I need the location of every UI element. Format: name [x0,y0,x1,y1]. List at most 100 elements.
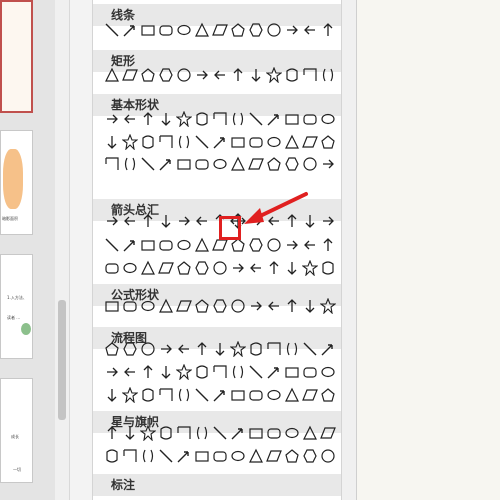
shape-option-icon[interactable] [265,21,283,39]
shape-option-icon[interactable] [211,155,229,173]
shape-option-icon[interactable] [139,66,157,84]
slide-thumbnail-1[interactable] [0,0,33,113]
shape-option-icon[interactable] [301,297,319,315]
shape-option-icon[interactable] [301,424,319,442]
shape-option-icon[interactable] [103,297,121,315]
shape-option-icon[interactable] [139,236,157,254]
shape-option-icon[interactable] [193,386,211,404]
shape-option-icon[interactable] [139,155,157,173]
shape-option-icon[interactable] [157,155,175,173]
slide-thumbnail-3[interactable]: 1.入方法、 读者 … [0,254,33,359]
shape-option-icon[interactable] [157,424,175,442]
shape-option-icon[interactable] [175,110,193,128]
shape-option-icon[interactable] [247,386,265,404]
shape-option-icon[interactable] [265,297,283,315]
shape-option-icon[interactable] [139,447,157,465]
shape-option-icon[interactable] [265,386,283,404]
shape-option-icon[interactable] [175,155,193,173]
shape-option-icon[interactable] [121,259,139,277]
shape-option-icon[interactable] [211,297,229,315]
shape-option-icon[interactable] [193,212,211,230]
shape-option-icon[interactable] [283,236,301,254]
shape-option-icon[interactable] [103,386,121,404]
shape-option-icon[interactable] [229,363,247,381]
shape-option-icon[interactable] [247,297,265,315]
shape-option-icon[interactable] [247,424,265,442]
shape-option-icon[interactable] [229,133,247,151]
shape-option-icon[interactable] [139,363,157,381]
shape-option-icon[interactable] [103,133,121,151]
shape-option-icon[interactable] [175,340,193,358]
shape-option-icon[interactable] [319,424,337,442]
shape-option-icon[interactable] [121,212,139,230]
shape-option-icon[interactable] [121,66,139,84]
shape-option-icon[interactable] [139,259,157,277]
shape-option-icon[interactable] [301,236,319,254]
shape-option-icon[interactable] [229,259,247,277]
shape-option-icon[interactable] [229,21,247,39]
shape-option-icon[interactable] [247,155,265,173]
shape-option-icon[interactable] [283,259,301,277]
shape-option-icon[interactable] [103,340,121,358]
shape-option-icon[interactable] [229,155,247,173]
shape-option-icon[interactable] [121,155,139,173]
shape-option-icon[interactable] [229,386,247,404]
shape-option-icon[interactable] [283,297,301,315]
shape-option-icon[interactable] [301,363,319,381]
shape-option-icon[interactable] [103,155,121,173]
shape-option-icon[interactable] [175,212,193,230]
shape-option-icon[interactable] [229,66,247,84]
shape-option-icon[interactable] [139,133,157,151]
shape-option-icon[interactable] [319,259,337,277]
shape-option-icon[interactable] [157,236,175,254]
shape-option-icon[interactable] [103,424,121,442]
shape-option-icon[interactable] [157,259,175,277]
shape-option-icon[interactable] [193,447,211,465]
shape-option-icon[interactable] [283,155,301,173]
shape-option-icon[interactable] [121,236,139,254]
shape-option-icon[interactable] [121,363,139,381]
shape-option-icon[interactable] [229,297,247,315]
shape-option-icon[interactable] [211,386,229,404]
shape-option-icon[interactable] [301,340,319,358]
shape-option-icon[interactable] [175,66,193,84]
shape-option-icon[interactable] [247,66,265,84]
shape-option-icon[interactable] [211,447,229,465]
shape-option-icon[interactable] [247,236,265,254]
shape-option-icon[interactable] [319,21,337,39]
shape-option-icon[interactable] [301,386,319,404]
shape-option-icon[interactable] [265,236,283,254]
shape-option-icon[interactable] [265,424,283,442]
shape-option-icon[interactable] [193,236,211,254]
slide-thumbnail-2[interactable]: 暗影面积 [0,130,33,235]
shape-option-icon[interactable] [139,212,157,230]
thumbnail-scrollbar[interactable] [55,0,70,500]
shape-option-icon[interactable] [139,424,157,442]
shape-option-icon[interactable] [229,340,247,358]
shape-option-icon[interactable] [175,236,193,254]
shape-option-icon[interactable] [283,340,301,358]
gallery-scrollbar[interactable] [341,0,356,500]
shape-option-icon[interactable] [319,66,337,84]
shape-option-icon[interactable] [211,66,229,84]
shape-option-icon[interactable] [121,424,139,442]
shape-option-icon[interactable] [265,133,283,151]
shape-option-icon[interactable] [283,110,301,128]
shape-option-icon[interactable] [265,66,283,84]
shape-option-icon[interactable] [247,363,265,381]
shape-option-icon[interactable] [139,386,157,404]
shape-option-icon[interactable] [175,21,193,39]
shape-option-icon[interactable] [175,363,193,381]
shape-option-icon[interactable] [103,363,121,381]
shape-option-icon[interactable] [157,110,175,128]
shape-option-icon[interactable] [157,363,175,381]
shape-option-icon[interactable] [247,447,265,465]
shape-option-icon[interactable] [193,155,211,173]
shape-option-icon[interactable] [247,21,265,39]
shape-option-icon[interactable] [319,447,337,465]
shape-option-icon[interactable] [301,110,319,128]
shape-option-icon[interactable] [319,155,337,173]
shape-option-icon[interactable] [193,110,211,128]
shape-option-icon[interactable] [139,340,157,358]
shape-option-icon[interactable] [193,259,211,277]
